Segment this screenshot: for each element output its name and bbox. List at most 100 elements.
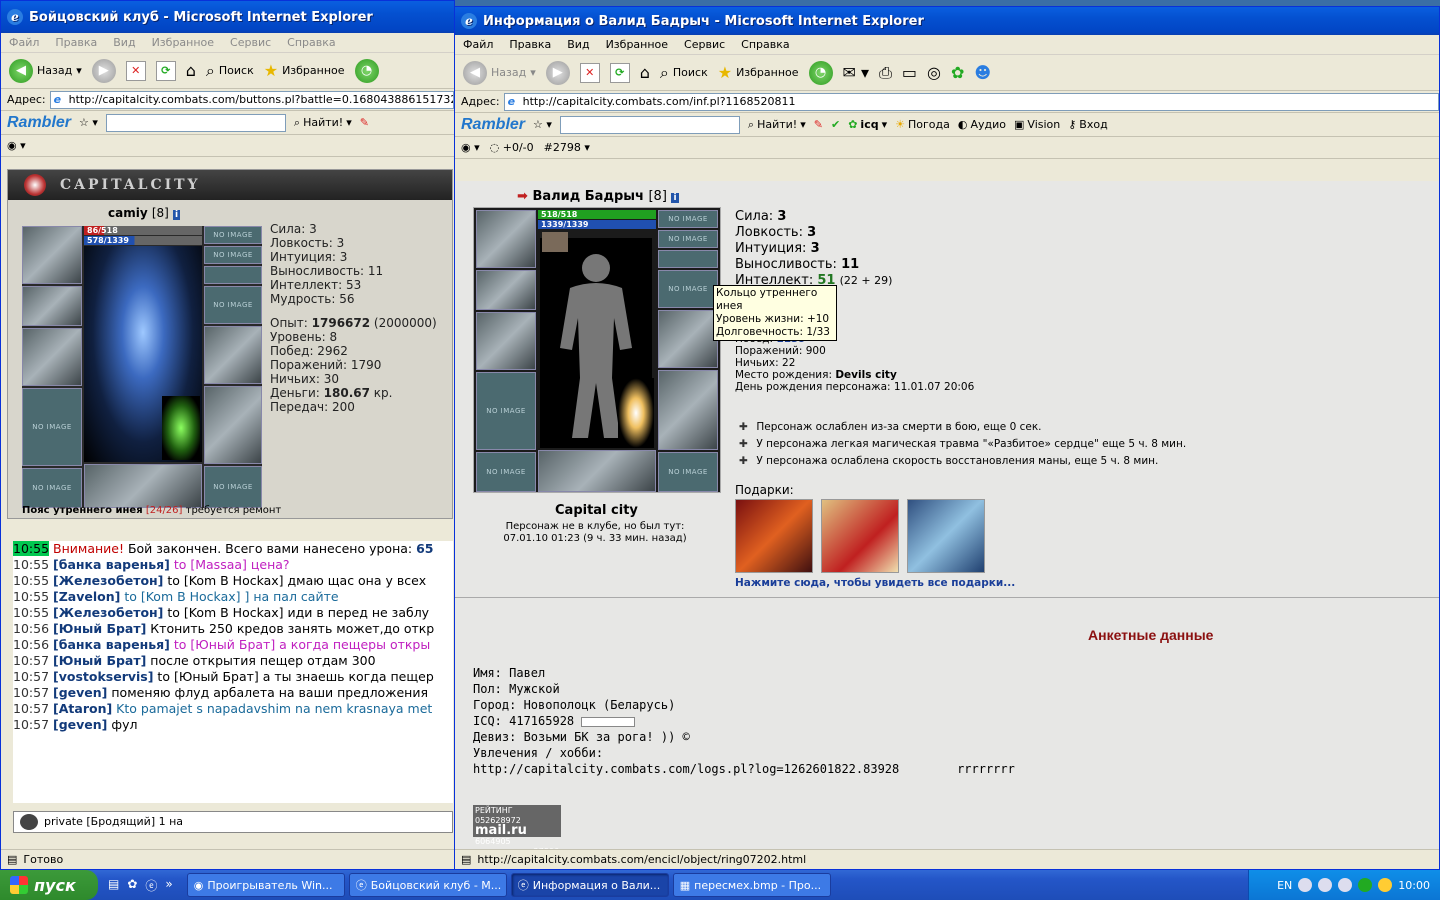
tray-icon[interactable] — [1298, 878, 1313, 892]
favorites-button[interactable]: ★ Избранное — [264, 61, 345, 80]
chat-nick[interactable]: [vostokservis] — [53, 669, 153, 684]
info-icon[interactable]: i — [671, 193, 679, 203]
chat-time[interactable]: 10:57 — [13, 669, 49, 684]
menu-favorites[interactable]: Избранное — [606, 38, 668, 51]
pants-slot[interactable] — [658, 370, 718, 450]
chat-time[interactable]: 10:57 — [13, 701, 49, 716]
menu-edit[interactable]: Правка — [509, 38, 551, 51]
chat-nick[interactable]: [Ataron] — [53, 701, 112, 716]
history-button[interactable]: ◔ — [808, 60, 833, 85]
boots-slot[interactable]: NO IMAGE — [204, 466, 262, 508]
chat-input[interactable]: private [Бродящий] 1 на — [13, 811, 453, 833]
chat-nick[interactable]: [geven] — [53, 717, 107, 732]
helmet-slot[interactable] — [22, 226, 82, 284]
audio-button[interactable]: ◐ Аудио — [958, 118, 1006, 131]
menu-help[interactable]: Справка — [287, 36, 335, 49]
tray-icon[interactable] — [1378, 878, 1393, 892]
search-button[interactable]: ⌕ Поиск — [660, 63, 708, 83]
search-button[interactable]: ⌕ Поиск — [206, 61, 254, 81]
menu-file[interactable]: Файл — [9, 36, 39, 49]
chat-time[interactable]: 10:55 — [13, 605, 49, 620]
task-character-info[interactable]: ⓔ Информация о Вали... — [510, 873, 669, 897]
chat-time[interactable]: 10:55 — [13, 589, 49, 604]
rating-icon[interactable]: ◉ ▾ — [7, 139, 26, 152]
task-paint[interactable]: ▦ пересмех.bmp - Про... — [672, 873, 831, 897]
belt-slot[interactable]: NO IMAGE — [22, 468, 82, 508]
chat-time[interactable]: 10:57 — [13, 685, 49, 700]
rambler-logo[interactable]: Rambler — [7, 114, 71, 132]
earring-slot[interactable]: NO IMAGE — [658, 230, 718, 248]
shield-slot[interactable] — [658, 310, 718, 368]
chat-time[interactable]: 10:57 — [13, 717, 49, 732]
chat-time[interactable]: 10:55 — [13, 573, 49, 588]
language-indicator[interactable]: EN — [1277, 879, 1292, 892]
icq-button[interactable]: ✿ icq ▾ — [848, 118, 887, 131]
rating-value[interactable]: ◌ +0/-0 — [490, 141, 534, 154]
people-icon[interactable]: ☻ — [974, 63, 991, 82]
item-icon[interactable] — [542, 232, 568, 252]
address-input[interactable]: http://capitalcity.combats.com/inf.pl?11… — [503, 92, 1439, 111]
tray-icon[interactable] — [1318, 878, 1333, 892]
highlighter-icon[interactable]: ✎ — [360, 116, 369, 129]
earring-slot[interactable]: NO IMAGE — [204, 246, 262, 264]
star-icon[interactable]: ☆ ▾ — [533, 118, 552, 131]
menu-help[interactable]: Справка — [741, 38, 789, 51]
rank-value[interactable]: #2798 ▾ — [544, 141, 590, 154]
ie-quick-icon[interactable]: ⓔ — [145, 877, 157, 894]
right-title-bar[interactable]: e Информация о Валид Бадрыч - Microsoft … — [455, 7, 1439, 35]
left-browser-window[interactable]: e Бойцовский клуб - Microsoft Internet E… — [0, 0, 455, 870]
stop-button[interactable]: ✕ — [579, 62, 600, 83]
home-icon[interactable]: ⌂ — [186, 61, 196, 80]
chat-time[interactable]: 10:56 — [13, 637, 49, 652]
tray-icon[interactable] — [1338, 878, 1353, 892]
chat-nick[interactable]: [банка варенья] — [53, 557, 170, 572]
more-icon[interactable]: » — [165, 877, 172, 894]
amulet-slot[interactable]: NO IMAGE — [204, 226, 262, 244]
ring-slots[interactable] — [204, 266, 262, 284]
armor-slot[interactable]: NO IMAGE — [22, 388, 82, 466]
chat-time[interactable]: 10:55 — [13, 557, 49, 572]
login-button[interactable]: ⚷ Вход — [1068, 118, 1107, 131]
chat-nick[interactable]: [Железобетон] — [53, 605, 163, 620]
rambler-find-button[interactable]: ⌕ Найти! ▾ — [294, 116, 352, 130]
gloves-slot[interactable]: NO IMAGE — [658, 270, 718, 308]
rating-icon[interactable]: ◉ ▾ — [461, 141, 480, 154]
bracers-slot[interactable] — [22, 286, 82, 326]
gift-item[interactable] — [907, 499, 985, 573]
all-gifts-link[interactable]: Нажмите сюда, чтобы увидеть все подарки.… — [735, 577, 1015, 589]
forward-button[interactable]: ▶ — [91, 58, 116, 83]
shield-slot[interactable] — [204, 326, 262, 384]
mailru-counter[interactable]: РЕЙТИНГ 052628972 mail.ru 6064905 27806 — [473, 805, 561, 849]
belt-slot[interactable]: NO IMAGE — [476, 452, 536, 492]
edit-icon[interactable]: ▭ — [902, 63, 917, 82]
gift-item[interactable] — [735, 499, 813, 573]
menu-edit[interactable]: Правка — [55, 36, 97, 49]
star-icon[interactable]: ☆ ▾ — [79, 116, 98, 129]
chat-nick[interactable]: [Юный Брат] — [53, 653, 146, 668]
menu-favorites[interactable]: Избранное — [152, 36, 214, 49]
home-icon[interactable]: ⌂ — [640, 63, 650, 82]
chat-nick[interactable]: [Zavelon] — [53, 589, 120, 604]
forward-button[interactable]: ▶ — [545, 60, 570, 85]
chat-log[interactable]: 10:55 Внимание! Бой закончен. Всего вами… — [13, 541, 453, 803]
rambler-find-button[interactable]: ⌕ Найти! ▾ — [748, 118, 806, 132]
tray-icon[interactable] — [1358, 878, 1373, 892]
emblem-slot[interactable] — [538, 450, 656, 492]
menu-tools[interactable]: Сервис — [684, 38, 725, 51]
back-button[interactable]: ◀ Назад ▾ — [463, 60, 536, 85]
menu-tools[interactable]: Сервис — [230, 36, 271, 49]
mail-icon[interactable]: ✉ ▾ — [843, 63, 870, 82]
icq-flower-icon[interactable]: ✿ — [127, 877, 137, 894]
weapon-slot[interactable] — [22, 328, 82, 386]
effect-icon[interactable]: ✚ — [739, 453, 753, 470]
chat-nick[interactable]: [geven] — [53, 685, 107, 700]
chat-nick[interactable]: [банка варенья] — [53, 637, 170, 652]
glow-item[interactable] — [618, 378, 654, 448]
pants-slot[interactable] — [204, 386, 262, 464]
rambler-logo[interactable]: Rambler — [461, 116, 525, 134]
gloves-slot[interactable]: NO IMAGE — [204, 286, 262, 324]
task-media-player[interactable]: ◉ Проигрыватель Win... — [186, 873, 345, 897]
character-name[interactable]: camiy [8] i — [108, 206, 452, 220]
rambler-search-input[interactable] — [559, 115, 740, 134]
start-button[interactable]: пуск — [0, 870, 98, 900]
